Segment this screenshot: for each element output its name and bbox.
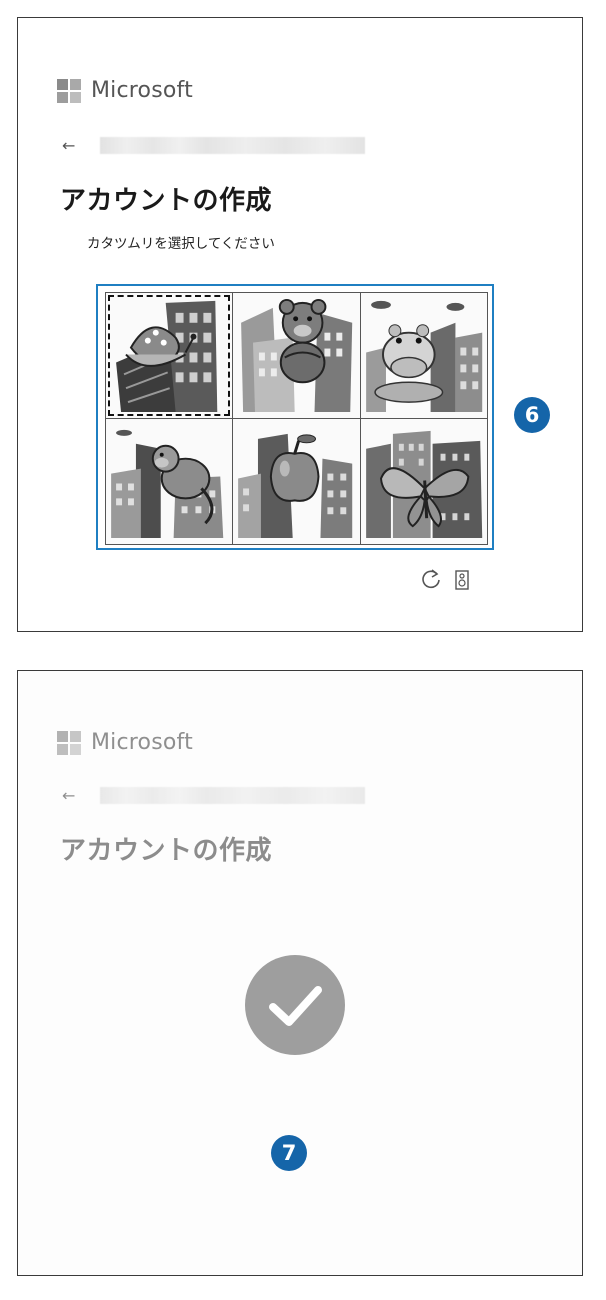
back-row-2: ← [62, 786, 365, 805]
snail-icon [116, 300, 218, 413]
captcha-tile-hippo[interactable] [360, 293, 488, 419]
speaker-icon[interactable] [455, 570, 469, 590]
page: Microsoft ← アカウントの作成 カタツムリを選択してください 6 Mi… [0, 0, 606, 1300]
arrow-left-icon[interactable]: ← [62, 136, 82, 155]
captcha-instruction: カタツムリを選択してください [87, 236, 275, 252]
back-row: ← [62, 136, 365, 155]
captcha-highlight-frame [96, 284, 494, 550]
refresh-icon[interactable] [420, 568, 442, 590]
blurred-email [100, 137, 365, 154]
blurred-email-2 [100, 787, 365, 804]
bear-icon [241, 298, 353, 413]
monkey-icon [111, 429, 224, 539]
brand-name-2: Microsoft [91, 730, 193, 755]
success-status [245, 955, 345, 1055]
arrow-left-icon[interactable]: ← [62, 786, 82, 805]
microsoft-logo-icon [57, 730, 81, 755]
step-callout-7: 7 [271, 1135, 307, 1171]
butterfly-icon [365, 430, 482, 539]
step-callout-6: 6 [514, 397, 550, 433]
captcha-tile-apple[interactable] [233, 419, 361, 545]
captcha-tile-snail[interactable] [106, 293, 234, 419]
microsoft-logo-icon [57, 78, 81, 103]
captcha-grid [105, 292, 488, 545]
page-title: アカウントの作成 [60, 186, 273, 216]
page-title-2: アカウントの作成 [60, 836, 273, 866]
microsoft-logo-row: Microsoft [57, 78, 193, 103]
hippo-icon [365, 300, 482, 413]
captcha-tile-butterfly[interactable] [360, 419, 488, 545]
microsoft-logo-row-2: Microsoft [57, 730, 193, 755]
captcha-tile-monkey[interactable] [106, 419, 234, 545]
captcha-tile-bear[interactable] [233, 293, 361, 419]
apple-icon [238, 433, 353, 539]
brand-name: Microsoft [91, 78, 193, 103]
checkmark-icon [269, 986, 322, 1026]
